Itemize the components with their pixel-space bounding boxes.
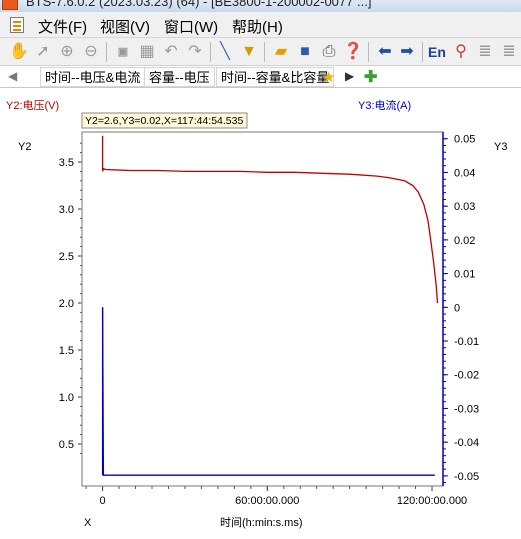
x-axis-name: X <box>84 517 92 529</box>
y3-axis-name: Y3 <box>494 141 507 153</box>
undo-icon[interactable]: ↶ <box>160 41 182 63</box>
toolbar: ✋ ➚ ⊕ ⊖ ▣ ▦ ↶ ↷ ╲ ▼ ▰ ■ ⎙ ❓ ⬅ ➡ En ⚲ ≣ ≣ <box>0 38 521 66</box>
y3-tick-label: -0.01 <box>454 336 479 348</box>
marker-icon[interactable]: ⚲ <box>450 41 472 63</box>
grid-icon[interactable]: ▦ <box>136 41 158 63</box>
axes-layer <box>81 131 444 487</box>
menu-window[interactable]: 窗口(W) <box>164 16 218 37</box>
y3-tick-label: 0.05 <box>454 134 475 146</box>
language-icon[interactable]: En <box>426 41 448 63</box>
y2-axis-name: Y2 <box>18 141 31 153</box>
y3-tick-label: -0.05 <box>454 471 479 483</box>
print-icon[interactable]: ⎙ <box>318 41 340 63</box>
reset-icon[interactable]: ▣ <box>112 41 134 63</box>
y2-tick-label: 3.5 <box>59 157 74 169</box>
x-axis-label: 时间(h:min:s.ms) <box>220 516 303 529</box>
filter-icon[interactable]: ▼ <box>238 41 260 63</box>
y2-tick-label: 2.5 <box>59 251 74 263</box>
chart-tab-strip: ◀ 时间--电压&电流 容量--电压 时间--容量&比容量 ★ ▶ ✚ <box>0 66 521 88</box>
y3-tick-label: -0.03 <box>454 403 479 415</box>
help-icon[interactable]: ❓ <box>342 41 364 63</box>
align-left-icon[interactable]: ≣ <box>474 41 496 63</box>
open-icon[interactable]: ▰ <box>270 41 292 63</box>
voltage-current-chart[interactable]: 3.5 3.0 2.5 2.0 1.5 1.0 0.5 0 60:00:00.000 120:00… <box>0 88 521 539</box>
zoom-in-icon[interactable]: ⊕ <box>56 41 78 63</box>
redo-icon[interactable]: ↷ <box>184 41 206 63</box>
title-bar: BTS-7.6.0.2 (2023.03.23) (64) - [BE3800-… <box>0 0 521 12</box>
y3-tick-label: 0.01 <box>454 269 475 281</box>
plot-frame <box>81 131 444 487</box>
toolbar-separator <box>106 42 107 62</box>
y3-tick-label: 0 <box>454 302 460 314</box>
app-window: BTS-7.6.0.2 (2023.03.23) (64) - [BE3800-… <box>0 0 521 539</box>
y3-tick-label: -0.02 <box>454 370 479 382</box>
y2-tick-label: 0.5 <box>59 439 74 451</box>
tooltip-text: Y2=2.6,Y3=0.02,X=117:44:54.535 <box>85 115 243 127</box>
y3-tick-label: 0.03 <box>454 201 475 213</box>
tab-scroll-right-icon[interactable]: ▶ <box>345 69 354 83</box>
window-title: BTS-7.6.0.2 (2023.03.23) (64) - [BE3800-… <box>26 0 372 9</box>
app-logo-icon <box>2 0 18 10</box>
tab-time-capacity[interactable]: 时间--容量&比容量 <box>216 67 335 87</box>
favorite-star-icon[interactable]: ★ <box>322 68 335 86</box>
y2-tick-label: 3.0 <box>59 204 74 216</box>
align-right-icon[interactable]: ≣ <box>498 41 520 63</box>
line-icon[interactable]: ╲ <box>214 41 236 63</box>
forward-icon[interactable]: ➡ <box>396 41 418 63</box>
x-tick-label: 0 <box>100 495 106 507</box>
y2-tick-label: 1.5 <box>59 345 74 357</box>
y3-tick-label: 0.04 <box>454 167 475 179</box>
y2-series-label: Y2:电压(V) <box>6 99 59 112</box>
y3-tick-label: 0.02 <box>454 235 475 247</box>
x-tick-label: 60:00:00.000 <box>235 495 299 507</box>
toolbar-separator <box>368 42 369 62</box>
menu-file[interactable]: 文件(F) <box>38 16 87 37</box>
hand-icon[interactable]: ✋ <box>8 41 30 63</box>
pointer-icon[interactable]: ➚ <box>32 41 54 63</box>
zoom-out-icon[interactable]: ⊖ <box>80 41 102 63</box>
toolbar-separator <box>422 42 423 62</box>
tab-time-voltage-current[interactable]: 时间--电压&电流 <box>40 67 146 87</box>
save-icon[interactable]: ■ <box>294 41 316 63</box>
back-icon[interactable]: ⬅ <box>374 41 396 63</box>
tab-scroll-left-icon[interactable]: ◀ <box>8 69 17 83</box>
toolbar-separator <box>210 42 211 62</box>
y3-series-label: Y3:电流(A) <box>358 98 411 112</box>
add-tab-icon[interactable]: ✚ <box>364 67 377 87</box>
y2-tick-label: 1.0 <box>59 392 74 404</box>
menu-view[interactable]: 视图(V) <box>100 16 150 37</box>
y3-tick-label: -0.04 <box>454 437 479 449</box>
x-tick-label: 120:00:00.000 <box>397 495 467 507</box>
chart-area: 3.5 3.0 2.5 2.0 1.5 1.0 0.5 0 60:00:00.000 120:00… <box>0 88 521 539</box>
tab-capacity-voltage[interactable]: 容量--电压 <box>144 67 215 87</box>
menu-help[interactable]: 帮助(H) <box>232 16 283 37</box>
y2-tick-label: 2.0 <box>59 298 74 310</box>
toolbar-separator <box>264 42 265 62</box>
menu-bar: 文件(F) 视图(V) 窗口(W) 帮助(H) <box>0 12 521 38</box>
document-menu-icon[interactable] <box>10 17 24 33</box>
